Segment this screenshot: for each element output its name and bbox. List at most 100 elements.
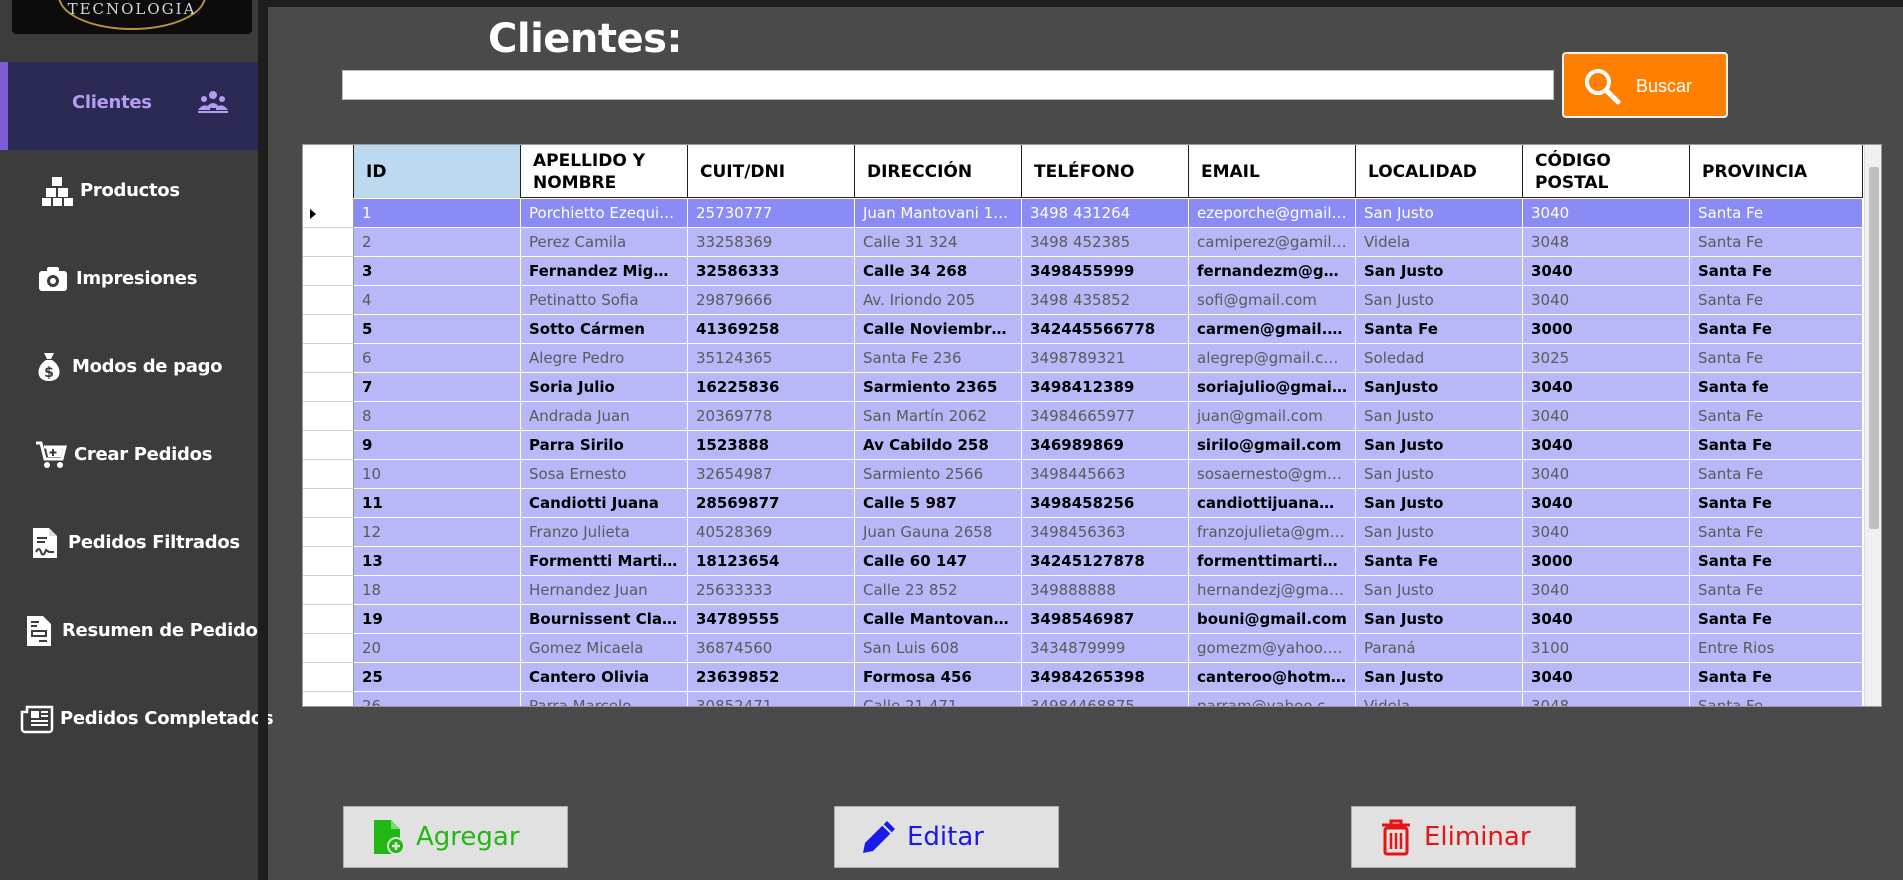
- table-cell[interactable]: 3048: [1523, 692, 1690, 706]
- table-cell[interactable]: 41369258: [688, 315, 855, 344]
- row-header[interactable]: [303, 199, 354, 228]
- table-cell[interactable]: San Justo: [1356, 402, 1523, 431]
- table-cell[interactable]: canteroo@hotmail.c...: [1189, 663, 1356, 692]
- table-cell[interactable]: 25633333: [688, 576, 855, 605]
- row-header[interactable]: [303, 547, 354, 576]
- table-cell[interactable]: Videla: [1356, 692, 1523, 706]
- table-cell[interactable]: parram@yahoo.co...: [1189, 692, 1356, 706]
- table-cell[interactable]: 3498546987: [1022, 605, 1189, 634]
- table-cell[interactable]: 7: [354, 373, 521, 402]
- column-header[interactable]: ID: [354, 145, 521, 198]
- table-cell[interactable]: Fernandez Miguel: [521, 257, 688, 286]
- table-cell[interactable]: Santa Fe: [1690, 228, 1863, 257]
- table-cell[interactable]: 346989869: [1022, 431, 1189, 460]
- table-cell[interactable]: Santa Fe: [1690, 344, 1863, 373]
- table-cell[interactable]: bouni@gmail.com: [1189, 605, 1356, 634]
- table-row[interactable]: 20 Gomez Micaela 36874560 San Luis 608 34348…: [303, 634, 1863, 663]
- table-cell[interactable]: 3040: [1523, 605, 1690, 634]
- table-cell[interactable]: camiperez@gamil.c...: [1189, 228, 1356, 257]
- table-cell[interactable]: San Justo: [1356, 257, 1523, 286]
- table-cell[interactable]: 35124365: [688, 344, 855, 373]
- table-cell[interactable]: sosaernesto@gmail....: [1189, 460, 1356, 489]
- table-cell[interactable]: 30852471: [688, 692, 855, 706]
- row-header[interactable]: [303, 489, 354, 518]
- table-cell[interactable]: Santa Fe: [1690, 576, 1863, 605]
- table-cell[interactable]: 32586333: [688, 257, 855, 286]
- table-cell[interactable]: 3040: [1523, 257, 1690, 286]
- column-header[interactable]: LOCALIDAD: [1356, 145, 1523, 198]
- table-cell[interactable]: Calle 60 147: [855, 547, 1022, 576]
- edit-button[interactable]: Editar: [834, 806, 1059, 868]
- table-row[interactable]: 1 Porchietto Ezequiel ... 25730777 Juan Ma…: [303, 199, 1863, 228]
- table-cell[interactable]: 3498789321: [1022, 344, 1189, 373]
- column-header[interactable]: PROVINCIA: [1690, 145, 1863, 198]
- table-cell[interactable]: Santa Fe 236: [855, 344, 1022, 373]
- table-cell[interactable]: 40528369: [688, 518, 855, 547]
- column-header[interactable]: EMAIL: [1189, 145, 1356, 198]
- table-cell[interactable]: ezeporche@gmail.c...: [1189, 199, 1356, 228]
- sidebar-item-productos[interactable]: Productos: [0, 150, 258, 238]
- table-cell[interactable]: 3040: [1523, 663, 1690, 692]
- table-row[interactable]: 4 Petinatto Sofia 29879666 Av. Iriondo 205 3…: [303, 286, 1863, 315]
- table-cell[interactable]: 3498 435852: [1022, 286, 1189, 315]
- table-cell[interactable]: 13: [354, 547, 521, 576]
- scrollbar-thumb[interactable]: [1869, 167, 1879, 529]
- table-cell[interactable]: 20369778: [688, 402, 855, 431]
- table-cell[interactable]: Calle 5 987: [855, 489, 1022, 518]
- table-cell[interactable]: 3025: [1523, 344, 1690, 373]
- column-header[interactable]: APELLIDO Y NOMBRE: [521, 145, 688, 198]
- table-cell[interactable]: 34984265398: [1022, 663, 1189, 692]
- table-cell[interactable]: Sarmiento 2566: [855, 460, 1022, 489]
- table-cell[interactable]: 34245127878: [1022, 547, 1189, 576]
- table-cell[interactable]: San Martín 2062: [855, 402, 1022, 431]
- table-cell[interactable]: 8: [354, 402, 521, 431]
- table-cell[interactable]: 9: [354, 431, 521, 460]
- table-cell[interactable]: Videla: [1356, 228, 1523, 257]
- table-cell[interactable]: Juan Gauna 2658: [855, 518, 1022, 547]
- table-cell[interactable]: Parra Marcelo: [521, 692, 688, 706]
- table-cell[interactable]: Av. Iriondo 205: [855, 286, 1022, 315]
- table-cell[interactable]: 3434879999: [1022, 634, 1189, 663]
- table-cell[interactable]: 3498 431264: [1022, 199, 1189, 228]
- table-cell[interactable]: 5: [354, 315, 521, 344]
- table-cell[interactable]: 26: [354, 692, 521, 706]
- table-cell[interactable]: soriajulio@gmail.com: [1189, 373, 1356, 402]
- table-cell[interactable]: 3040: [1523, 460, 1690, 489]
- row-header[interactable]: [303, 344, 354, 373]
- table-row[interactable]: 26 Parra Marcelo 30852471 Calle 21 471 34984…: [303, 692, 1863, 706]
- sidebar-item-pedidos-filtrados[interactable]: Pedidos Filtrados: [0, 502, 258, 590]
- table-cell[interactable]: 3100: [1523, 634, 1690, 663]
- table-cell[interactable]: candiottijuana@hoy...: [1189, 489, 1356, 518]
- table-cell[interactable]: Bournissent Claudia: [521, 605, 688, 634]
- table-cell[interactable]: 3040: [1523, 402, 1690, 431]
- clients-table[interactable]: ID APELLIDO Y NOMBRE CUIT/DNI DIRECCIÓN TELÉ…: [302, 144, 1882, 707]
- table-cell[interactable]: Sosa Ernesto: [521, 460, 688, 489]
- table-cell[interactable]: Santa Fe: [1690, 489, 1863, 518]
- table-cell[interactable]: San Justo: [1356, 663, 1523, 692]
- table-cell[interactable]: 19: [354, 605, 521, 634]
- table-cell[interactable]: 18: [354, 576, 521, 605]
- table-cell[interactable]: sirilo@gmail.com: [1189, 431, 1356, 460]
- table-cell[interactable]: San Luis 608: [855, 634, 1022, 663]
- table-cell[interactable]: Santa Fe: [1690, 315, 1863, 344]
- table-cell[interactable]: 3040: [1523, 199, 1690, 228]
- table-cell[interactable]: San Justo: [1356, 605, 1523, 634]
- table-cell[interactable]: San Justo: [1356, 286, 1523, 315]
- table-cell[interactable]: Santa Fe: [1690, 257, 1863, 286]
- table-cell[interactable]: Formosa 456: [855, 663, 1022, 692]
- table-cell[interactable]: Parra Sirilo: [521, 431, 688, 460]
- table-cell[interactable]: carmen@gmail.com: [1189, 315, 1356, 344]
- table-cell[interactable]: 1: [354, 199, 521, 228]
- table-cell[interactable]: Santa Fe: [1690, 518, 1863, 547]
- table-cell[interactable]: Gomez Micaela: [521, 634, 688, 663]
- table-cell[interactable]: 3498455999: [1022, 257, 1189, 286]
- table-cell[interactable]: 12: [354, 518, 521, 547]
- table-row[interactable]: 5 Sotto Cármen 41369258 Calle Noviembre 279…: [303, 315, 1863, 344]
- table-row[interactable]: 18 Hernandez Juan 25633333 Calle 23 852 3498…: [303, 576, 1863, 605]
- table-cell[interactable]: Calle 34 268: [855, 257, 1022, 286]
- table-cell[interactable]: 3040: [1523, 286, 1690, 315]
- table-cell[interactable]: Santa Fe: [1690, 605, 1863, 634]
- table-cell[interactable]: Santa Fe: [1690, 692, 1863, 706]
- table-cell[interactable]: franzojulieta@gmai...: [1189, 518, 1356, 547]
- table-cell[interactable]: Juan Mantovani 1877: [855, 199, 1022, 228]
